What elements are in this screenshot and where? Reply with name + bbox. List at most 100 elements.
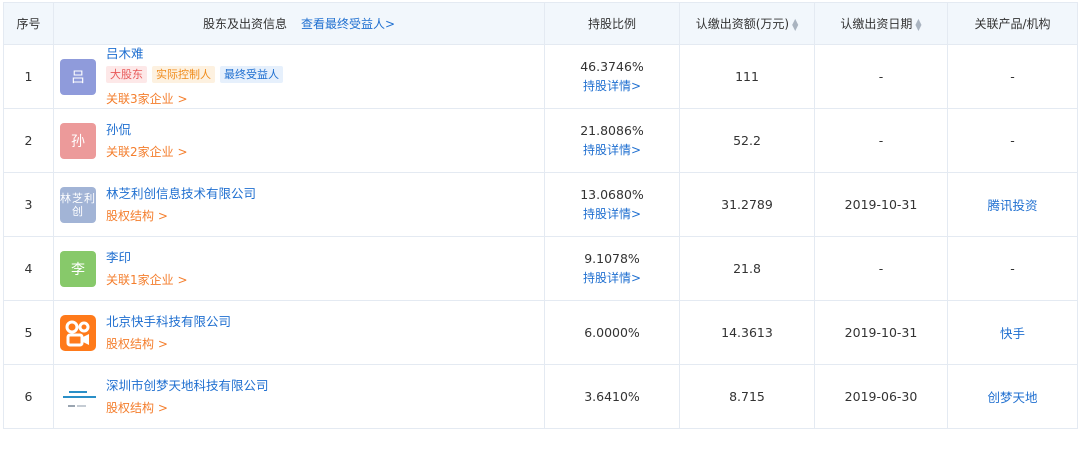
- table-row: 1 吕吕木难 大股东 实际控制人 最终受益人 关联3家企业 >46.3746% 持股详情> 1…: [3, 44, 1078, 109]
- related-product-cell: -: [947, 108, 1078, 173]
- holder-name-link[interactable]: 林芝利创信息技术有限公司: [106, 185, 256, 203]
- ratio-cell: 46.3746% 持股详情>: [544, 44, 680, 109]
- holder-wrap: 吕吕木难 大股东 实际控制人 最终受益人 关联3家企业 >: [60, 45, 544, 108]
- holder-name-link[interactable]: 孙侃: [106, 121, 188, 139]
- holder-name-link[interactable]: 李印: [106, 249, 188, 267]
- related-product-link[interactable]: 快手: [947, 300, 1078, 365]
- amount-cell: 31.2789: [679, 172, 815, 237]
- row-index: 6: [3, 364, 54, 429]
- holding-detail-link[interactable]: 持股详情>: [545, 268, 679, 288]
- row-index: 2: [3, 108, 54, 173]
- holder-cell: 北京快手科技有限公司 股权结构 >: [53, 300, 545, 365]
- related-product-link[interactable]: 腾讯投资: [947, 172, 1078, 237]
- holder-info: 李印关联1家企业 >: [106, 249, 188, 289]
- sort-icon[interactable]: ▲ ▼: [915, 17, 921, 31]
- col-header-holder: 股东及出资信息 查看最终受益人>: [53, 2, 545, 45]
- col-header-amount-label: 认缴出资额(万元): [695, 17, 790, 31]
- table-row: 2 孙孙侃 关联2家企业 >21.8086% 持股详情> 52.2- -: [3, 108, 1078, 173]
- table-row: 4 李李印 关联1家企业 >9.1078% 持股详情> 21.8- -: [3, 236, 1078, 301]
- holding-detail-link[interactable]: 持股详情>: [545, 76, 679, 96]
- avatar[interactable]: 李: [60, 250, 96, 287]
- holder-info: 北京快手科技有限公司 股权结构 >: [106, 313, 231, 353]
- col-header-index: 序号: [3, 2, 54, 45]
- ratio-value: 21.8086%: [580, 122, 644, 138]
- ratio-value: 3.6410%: [584, 388, 640, 404]
- amount-cell: 111: [679, 44, 815, 109]
- holder-name-link[interactable]: 吕木难: [106, 45, 283, 63]
- shareholder-table: 序号 股东及出资信息 查看最终受益人> 持股比例 认缴出资额(万元) ▲ ▼ 认缴出资…: [3, 2, 1078, 429]
- ratio-cell: 3.6410%: [544, 364, 680, 429]
- holder-name-link[interactable]: 深圳市创梦天地科技有限公司: [106, 377, 269, 395]
- ratio-value: 46.3746%: [580, 58, 644, 74]
- holder-cell: 孙孙侃关联2家企业 >: [53, 108, 545, 173]
- col-header-date-label: 认缴出资日期: [840, 17, 913, 31]
- date-cell: -: [814, 44, 948, 109]
- holder-related-link[interactable]: 股权结构 >: [106, 335, 231, 353]
- date-cell: 2019-10-31: [814, 300, 948, 365]
- related-product-cell: -: [947, 44, 1078, 109]
- view-beneficiary-link[interactable]: 查看最终受益人>: [301, 17, 395, 31]
- date-cell: -: [814, 236, 948, 301]
- date-cell: 2019-10-31: [814, 172, 948, 237]
- ratio-cell: 13.0680% 持股详情>: [544, 172, 680, 237]
- avatar[interactable]: 林芝利创: [60, 186, 96, 223]
- ratio-value: 6.0000%: [584, 324, 640, 340]
- chuangmeng-logo-icon[interactable]: [60, 379, 96, 415]
- holder-wrap: 林芝利创 林芝利创信息技术有限公司 股权结构 >: [60, 185, 544, 225]
- holder-info: 深圳市创梦天地科技有限公司 股权结构 >: [106, 377, 269, 417]
- tag-major-shareholder: 大股东: [106, 66, 147, 83]
- kuaishou-logo-icon[interactable]: [60, 314, 96, 351]
- row-index: 1: [3, 44, 54, 109]
- holder-cell: 林芝利创 林芝利创信息技术有限公司 股权结构 >: [53, 172, 545, 237]
- table-row: 6 深圳市创梦天地科技有限公司 股权结构 > 3.6410% 8.715 2019-06-…: [3, 364, 1078, 429]
- col-header-related: 关联产品/机构: [947, 2, 1078, 45]
- holder-wrap: 孙孙侃关联2家企业 >: [60, 121, 544, 161]
- holder-related-link[interactable]: 关联1家企业 >: [106, 271, 188, 289]
- holder-wrap: 深圳市创梦天地科技有限公司 股权结构 >: [60, 377, 544, 417]
- date-cell: 2019-06-30: [814, 364, 948, 429]
- sort-icon[interactable]: ▲ ▼: [792, 17, 798, 31]
- row-index: 3: [3, 172, 54, 237]
- tag-ultimate-beneficiary: 最终受益人: [220, 66, 283, 83]
- amount-cell: 52.2: [679, 108, 815, 173]
- holder-wrap: 李李印关联1家企业 >: [60, 249, 544, 289]
- holder-related-link[interactable]: 关联3家企业 >: [106, 90, 283, 108]
- holding-detail-link[interactable]: 持股详情>: [545, 140, 679, 160]
- related-product-cell: -: [947, 236, 1078, 301]
- tag-actual-controller: 实际控制人: [152, 66, 215, 83]
- holder-info: 吕木难 大股东 实际控制人 最终受益人 关联3家企业 >: [106, 45, 283, 108]
- holder-related-link[interactable]: 关联2家企业 >: [106, 143, 188, 161]
- col-header-amount[interactable]: 认缴出资额(万元) ▲ ▼: [679, 2, 815, 45]
- table-row: 3 林芝利创 林芝利创信息技术有限公司 股权结构 > 13.0680% 持股详情> 31.2…: [3, 172, 1078, 237]
- amount-cell: 21.8: [679, 236, 815, 301]
- holder-related-link[interactable]: 股权结构 >: [106, 207, 256, 225]
- col-header-ratio: 持股比例: [544, 2, 680, 45]
- table-header-row: 序号 股东及出资信息 查看最终受益人> 持股比例 认缴出资额(万元) ▲ ▼ 认缴出资…: [3, 2, 1078, 45]
- ratio-value: 9.1078%: [584, 250, 640, 266]
- row-index: 5: [3, 300, 54, 365]
- holder-wrap: 北京快手科技有限公司 股权结构 >: [60, 313, 544, 353]
- amount-cell: 8.715: [679, 364, 815, 429]
- holder-cell: 深圳市创梦天地科技有限公司 股权结构 >: [53, 364, 545, 429]
- holding-detail-link[interactable]: 持股详情>: [545, 204, 679, 224]
- ratio-cell: 6.0000%: [544, 300, 680, 365]
- col-header-date[interactable]: 认缴出资日期 ▲ ▼: [814, 2, 948, 45]
- holder-tags: 大股东 实际控制人 最终受益人: [106, 66, 283, 83]
- amount-cell: 14.3613: [679, 300, 815, 365]
- holder-info: 林芝利创信息技术有限公司 股权结构 >: [106, 185, 256, 225]
- row-index: 4: [3, 236, 54, 301]
- ratio-value: 13.0680%: [580, 186, 644, 202]
- ratio-cell: 21.8086% 持股详情>: [544, 108, 680, 173]
- holder-info: 孙侃关联2家企业 >: [106, 121, 188, 161]
- holder-cell: 吕吕木难 大股东 实际控制人 最终受益人 关联3家企业 >: [53, 44, 545, 109]
- avatar[interactable]: 孙: [60, 122, 96, 159]
- related-product-link[interactable]: 创梦天地: [947, 364, 1078, 429]
- holder-cell: 李李印关联1家企业 >: [53, 236, 545, 301]
- col-header-holder-label: 股东及出资信息: [202, 17, 287, 31]
- holder-related-link[interactable]: 股权结构 >: [106, 399, 269, 417]
- date-cell: -: [814, 108, 948, 173]
- ratio-cell: 9.1078% 持股详情>: [544, 236, 680, 301]
- avatar[interactable]: 吕: [60, 58, 96, 95]
- holder-name-link[interactable]: 北京快手科技有限公司: [106, 313, 231, 331]
- table-row: 5 北京快手科技有限公司 股权结构 > 6.0000% 14.3613 2019-10-3…: [3, 300, 1078, 365]
